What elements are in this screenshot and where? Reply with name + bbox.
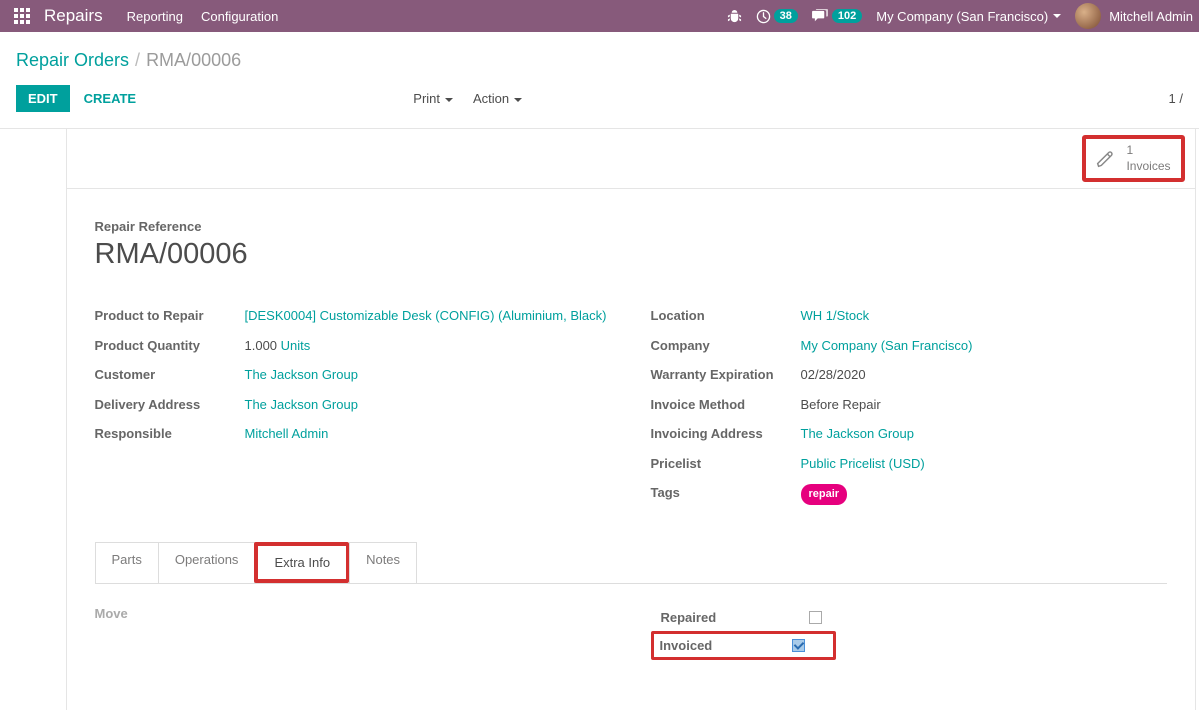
location-value[interactable]: WH 1/Stock xyxy=(801,308,870,323)
tabs: Parts Operations Extra Info Notes xyxy=(95,542,1167,583)
app-brand[interactable]: Repairs xyxy=(44,6,127,26)
product-to-repair-label: Product to Repair xyxy=(95,306,245,326)
create-button[interactable]: CREATE xyxy=(70,85,150,112)
user-avatar xyxy=(1075,3,1101,29)
invoicing-address-label: Invoicing Address xyxy=(651,424,801,444)
pricelist-label: Pricelist xyxy=(651,454,801,474)
invoice-method-value: Before Repair xyxy=(801,395,1167,415)
delivery-address-value[interactable]: The Jackson Group xyxy=(245,397,358,412)
breadcrumb-current: RMA/00006 xyxy=(146,50,241,71)
invoiced-checkbox xyxy=(792,639,805,652)
breadcrumb-root[interactable]: Repair Orders xyxy=(16,50,129,71)
product-to-repair-value[interactable]: [DESK0004] Customizable Desk (CONFIG) (A… xyxy=(245,308,607,323)
user-menu[interactable]: Mitchell Admin xyxy=(1075,3,1193,29)
tab-content-extra-info: Move Repaired Invoiced xyxy=(95,584,1167,660)
product-quantity-units[interactable]: Units xyxy=(281,338,311,353)
move-label: Move xyxy=(95,606,611,621)
invoices-label: Invoices xyxy=(1126,159,1170,175)
debug-icon[interactable] xyxy=(727,9,742,24)
invoice-method-label: Invoice Method xyxy=(651,395,801,415)
nav-menu: Reporting Configuration xyxy=(127,9,279,24)
invoices-count: 1 xyxy=(1126,143,1170,159)
warranty-value: 02/28/2020 xyxy=(801,365,1167,385)
activities-icon[interactable]: 38 xyxy=(756,9,798,24)
company-value[interactable]: My Company (San Francisco) xyxy=(801,338,973,353)
invoicing-address-value[interactable]: The Jackson Group xyxy=(801,426,914,441)
tags-label: Tags xyxy=(651,483,801,505)
company-label: Company xyxy=(651,336,801,356)
tab-extra-info[interactable]: Extra Info xyxy=(258,546,346,579)
action-dropdown[interactable]: Action xyxy=(473,91,522,106)
product-quantity-value: 1.000 xyxy=(245,338,278,353)
messages-icon[interactable]: 102 xyxy=(812,9,862,24)
print-dropdown[interactable]: Print xyxy=(413,91,453,106)
apps-menu-icon[interactable] xyxy=(0,8,44,24)
product-quantity-label: Product Quantity xyxy=(95,336,245,356)
pencil-icon xyxy=(1094,148,1116,170)
tag-repair: repair xyxy=(801,484,848,505)
invoiced-label: Invoiced xyxy=(660,638,713,653)
company-switcher[interactable]: My Company (San Francisco) xyxy=(876,9,1061,24)
form-sheet: 1 Invoices Repair Reference RMA/00006 Pr… xyxy=(66,129,1196,710)
top-navbar: Repairs Reporting Configuration 38 102 M… xyxy=(0,0,1199,32)
warranty-label: Warranty Expiration xyxy=(651,365,801,385)
delivery-address-label: Delivery Address xyxy=(95,395,245,415)
activities-badge: 38 xyxy=(774,9,798,23)
customer-value[interactable]: The Jackson Group xyxy=(245,367,358,382)
nav-reporting[interactable]: Reporting xyxy=(127,9,183,24)
breadcrumb: Repair Orders / RMA/00006 xyxy=(0,32,1199,73)
repaired-checkbox xyxy=(809,611,822,624)
user-name: Mitchell Admin xyxy=(1109,9,1193,24)
invoices-stat-button[interactable]: 1 Invoices xyxy=(1082,135,1184,182)
messages-badge: 102 xyxy=(832,9,862,23)
customer-label: Customer xyxy=(95,365,245,385)
repair-reference-label: Repair Reference xyxy=(95,219,1167,234)
tab-operations[interactable]: Operations xyxy=(158,542,256,583)
pricelist-value[interactable]: Public Pricelist (USD) xyxy=(801,456,925,471)
control-bar: EDIT CREATE Print Action 1 / xyxy=(0,73,1199,129)
repaired-label: Repaired xyxy=(661,610,717,625)
nav-configuration[interactable]: Configuration xyxy=(201,9,278,24)
responsible-value[interactable]: Mitchell Admin xyxy=(245,426,329,441)
responsible-label: Responsible xyxy=(95,424,245,444)
location-label: Location xyxy=(651,306,801,326)
breadcrumb-separator: / xyxy=(129,50,146,71)
tab-parts[interactable]: Parts xyxy=(95,542,159,583)
edit-button[interactable]: EDIT xyxy=(16,85,70,112)
pager[interactable]: 1 / xyxy=(1169,91,1183,106)
repair-reference-value: RMA/00006 xyxy=(95,238,1167,271)
tab-notes[interactable]: Notes xyxy=(349,542,417,583)
